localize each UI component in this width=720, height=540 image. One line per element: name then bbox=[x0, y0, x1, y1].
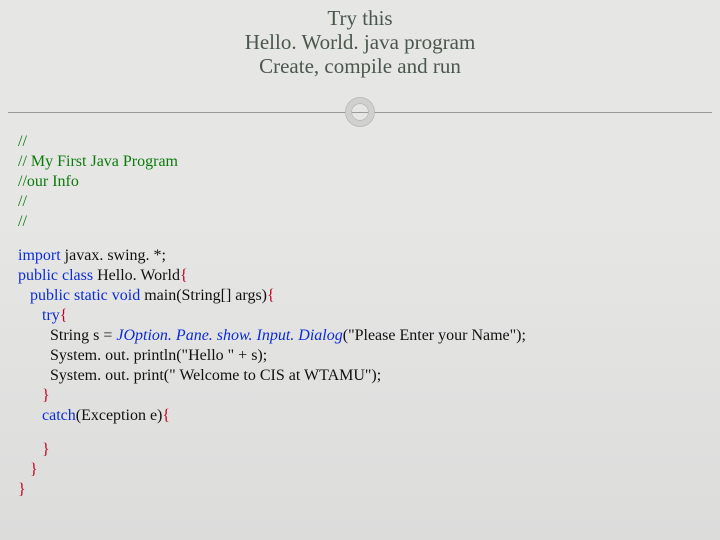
divider-circle-icon bbox=[346, 98, 374, 126]
blank-line bbox=[18, 426, 702, 440]
keyword-main-sig: public static void bbox=[18, 287, 144, 304]
class-name: Hello. World bbox=[97, 267, 180, 284]
comment-line: // bbox=[18, 193, 27, 210]
stmt-string-decl: String s = bbox=[18, 327, 116, 344]
brace: { bbox=[180, 267, 188, 284]
import-target: javax. swing. *; bbox=[65, 247, 166, 264]
brace: } bbox=[18, 441, 50, 458]
keyword-import: import bbox=[18, 247, 65, 264]
code-block: // // My First Java Program //our Info /… bbox=[18, 132, 702, 500]
catch-args: (Exception e) bbox=[76, 407, 163, 424]
brace: { bbox=[162, 407, 170, 424]
title-line-1: Try this bbox=[0, 6, 720, 30]
slide: Try this Hello. World. java program Crea… bbox=[0, 0, 720, 540]
keyword-try: try bbox=[18, 307, 60, 324]
brace: } bbox=[18, 387, 50, 404]
keyword-catch: catch bbox=[18, 407, 76, 424]
slide-title: Try this Hello. World. java program Crea… bbox=[0, 0, 720, 78]
comment-line: // bbox=[18, 213, 27, 230]
brace: { bbox=[60, 307, 68, 324]
comment-line: // My First Java Program bbox=[18, 153, 178, 170]
stmt-print: System. out. print(" Welcome to CIS at W… bbox=[18, 367, 381, 384]
comment-line: //our Info bbox=[18, 173, 79, 190]
divider bbox=[0, 98, 720, 128]
title-line-3: Create, compile and run bbox=[0, 54, 720, 78]
brace: { bbox=[267, 287, 275, 304]
brace: } bbox=[18, 481, 26, 498]
keyword-public-class: public class bbox=[18, 267, 97, 284]
blank-line bbox=[18, 232, 702, 246]
title-line-2: Hello. World. java program bbox=[0, 30, 720, 54]
comment-line: // bbox=[18, 133, 27, 150]
brace: } bbox=[18, 461, 38, 478]
api-call: JOption. Pane. show. Input. Dialog bbox=[116, 327, 342, 344]
main-args: main(String[] args) bbox=[144, 287, 267, 304]
stmt-string-arg: ("Please Enter your Name"); bbox=[343, 327, 526, 344]
stmt-println: System. out. println("Hello " + s); bbox=[18, 347, 267, 364]
